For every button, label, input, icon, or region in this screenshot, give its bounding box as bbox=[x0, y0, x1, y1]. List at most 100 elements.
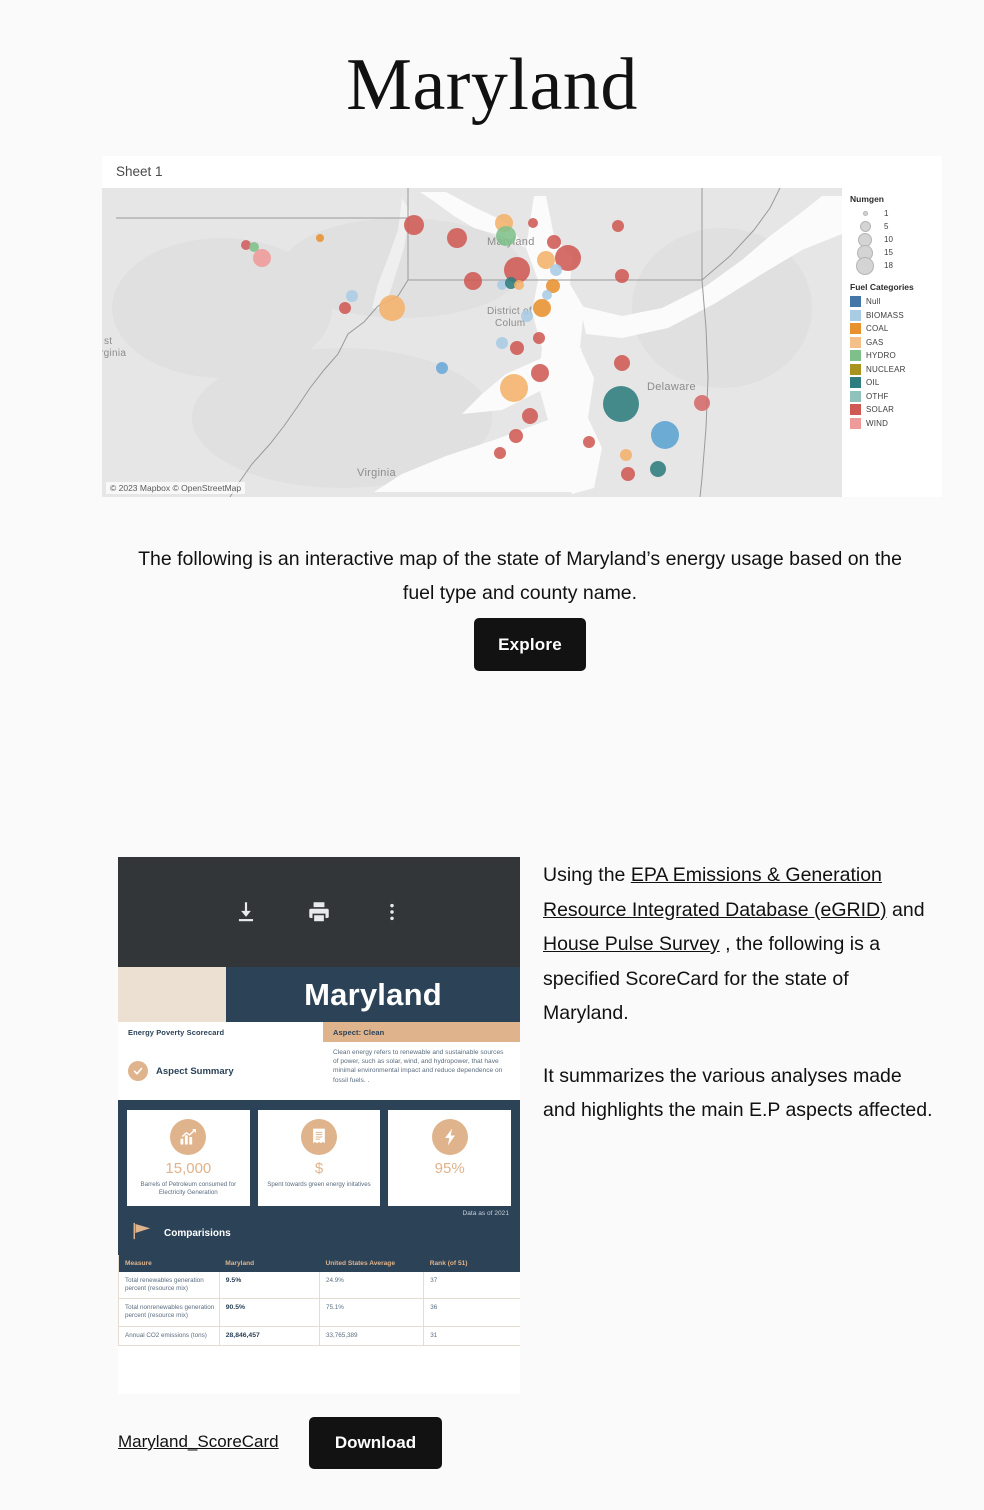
legend-category-item[interactable]: SOLAR bbox=[850, 403, 942, 417]
legend-category-item[interactable]: GAS bbox=[850, 336, 942, 350]
map-point[interactable] bbox=[500, 374, 528, 402]
legend-category-swatch bbox=[850, 336, 861, 348]
pdf-viewer[interactable]: Maryland Energy Poverty Scorecard Aspect… bbox=[118, 857, 520, 1394]
map-point[interactable] bbox=[379, 295, 405, 321]
map-point[interactable] bbox=[496, 226, 516, 246]
map-point[interactable] bbox=[253, 249, 271, 267]
legend-category-label: NUCLEAR bbox=[866, 364, 906, 374]
scorecard-file-link[interactable]: Maryland_ScoreCard bbox=[118, 1432, 279, 1452]
legend-category-label: HYDRO bbox=[866, 351, 896, 361]
legend-category-item[interactable]: Null bbox=[850, 295, 942, 309]
scorecard-aspect-description: Clean energy refers to renewable and sus… bbox=[333, 1049, 504, 1084]
map-legend: Numgen 1 5 10 15 18 Fuel Categories Null BIOM… bbox=[842, 188, 942, 497]
scorecard-aspect-summary: Aspect Summary Clean energy refers to re… bbox=[118, 1042, 520, 1100]
map-point[interactable] bbox=[620, 449, 632, 461]
metric-label: Spent towards green energy initatives bbox=[267, 1181, 371, 1188]
energy-map[interactable]: Maryland District of Colum Delaware Virg… bbox=[102, 188, 842, 497]
map-point[interactable] bbox=[447, 228, 467, 248]
map-point[interactable] bbox=[496, 337, 508, 349]
table-cell: 28,846,457 bbox=[219, 1326, 321, 1346]
legend-category-swatch bbox=[850, 363, 861, 375]
legend-category-swatch bbox=[850, 323, 861, 335]
map-point[interactable] bbox=[346, 290, 358, 302]
legend-category-item[interactable]: NUCLEAR bbox=[850, 363, 942, 377]
legend-size-item: 5 bbox=[850, 220, 942, 233]
scorecard-aspect-summary-right: Clean energy refers to renewable and sus… bbox=[323, 1042, 520, 1100]
side-column: Using the EPA Emissions & Generation Res… bbox=[543, 858, 935, 1156]
table-cell: 36 bbox=[423, 1298, 520, 1327]
map-point[interactable] bbox=[521, 310, 533, 322]
legend-category-item[interactable]: HYDRO bbox=[850, 349, 942, 363]
table-body: Total renewables generation percent (res… bbox=[119, 1271, 520, 1346]
map-point[interactable] bbox=[404, 215, 424, 235]
scorecard-header-title-area: Maryland bbox=[226, 967, 520, 1022]
print-icon[interactable] bbox=[304, 897, 334, 927]
legend-category-label: OTHF bbox=[866, 391, 889, 401]
table-cell: 37 bbox=[423, 1271, 520, 1300]
legend-category-label: SOLAR bbox=[866, 405, 895, 415]
legend-category-list: Null BIOMASS COAL GAS HYDRO NUCLEAR OIL OTHF SOL… bbox=[850, 295, 942, 430]
legend-category-item[interactable]: WIND bbox=[850, 417, 942, 431]
map-point[interactable] bbox=[522, 408, 538, 424]
map-point[interactable] bbox=[550, 264, 562, 276]
download-icon[interactable] bbox=[231, 897, 261, 927]
sheet-tab[interactable]: Sheet 1 bbox=[102, 156, 942, 188]
table-cell: 90.5% bbox=[219, 1298, 321, 1327]
explore-button[interactable]: Explore bbox=[474, 618, 586, 671]
legend-category-label: WIND bbox=[866, 418, 889, 428]
metric-card: 15,000 Barrels of Petroleum consumed for… bbox=[127, 1110, 250, 1206]
map-point[interactable] bbox=[533, 299, 551, 317]
side-paragraph-text: and bbox=[886, 898, 925, 921]
map-point[interactable] bbox=[339, 302, 351, 314]
map-point[interactable] bbox=[464, 272, 482, 290]
map-point[interactable] bbox=[612, 220, 624, 232]
intro-paragraph: The following is an interactive map of t… bbox=[138, 547, 902, 604]
map-point[interactable] bbox=[603, 386, 639, 422]
map-attribution: © 2023 Mapbox © OpenStreetMap bbox=[106, 482, 246, 494]
more-options-icon[interactable] bbox=[377, 897, 407, 927]
map-point[interactable] bbox=[436, 362, 448, 374]
legend-size-label: 1 bbox=[884, 209, 889, 218]
legend-category-label: OIL bbox=[866, 378, 880, 388]
map-point[interactable] bbox=[621, 467, 635, 481]
legend-category-item[interactable]: OTHF bbox=[850, 390, 942, 404]
scorecard-label-cell: Energy Poverty Scorecard bbox=[118, 1022, 323, 1042]
table-cell: 9.5% bbox=[219, 1271, 321, 1300]
legend-category-item[interactable]: COAL bbox=[850, 322, 942, 336]
scorecard-state-name: Maryland bbox=[304, 976, 442, 1012]
map-point[interactable] bbox=[651, 421, 679, 449]
map-point[interactable] bbox=[615, 269, 629, 283]
legend-category-label: GAS bbox=[866, 337, 884, 347]
legend-category-title: Fuel Categories bbox=[850, 282, 914, 292]
map-point[interactable] bbox=[614, 355, 630, 371]
map-point[interactable] bbox=[694, 395, 710, 411]
side-paragraph-link[interactable]: House Pulse Survey bbox=[543, 933, 720, 955]
page-title: Maryland bbox=[346, 44, 638, 126]
map-point[interactable] bbox=[514, 280, 524, 290]
map-point[interactable] bbox=[509, 429, 523, 443]
scorecard-aspect-label: Aspect: Clean bbox=[333, 1027, 385, 1037]
scorecard-label: Energy Poverty Scorecard bbox=[128, 1027, 225, 1037]
legend-category-swatch bbox=[850, 296, 861, 308]
scorecard-header: Maryland bbox=[118, 967, 520, 1022]
table-cell: 31 bbox=[423, 1326, 520, 1346]
table-cell: 24.9% bbox=[319, 1271, 425, 1300]
col-rank: Rank (of 51) bbox=[423, 1254, 520, 1272]
map-point[interactable] bbox=[528, 218, 538, 228]
legend-category-item[interactable]: OIL bbox=[850, 376, 942, 390]
legend-category-label: BIOMASS bbox=[866, 310, 904, 320]
map-point[interactable] bbox=[583, 436, 595, 448]
legend-category-label: Null bbox=[866, 297, 881, 307]
map-point[interactable] bbox=[316, 234, 324, 242]
map-point[interactable] bbox=[531, 364, 549, 382]
map-point[interactable] bbox=[533, 332, 545, 344]
table-cell: 75.1% bbox=[319, 1298, 425, 1327]
download-button[interactable]: Download bbox=[309, 1417, 442, 1469]
map-point[interactable] bbox=[494, 447, 506, 459]
lightning-bolt-icon bbox=[431, 1119, 468, 1155]
legend-category-item[interactable]: BIOMASS bbox=[850, 309, 942, 323]
table-cell: 33,765,389 bbox=[319, 1326, 425, 1346]
check-circle-icon bbox=[128, 1061, 148, 1081]
map-point[interactable] bbox=[510, 341, 524, 355]
map-point[interactable] bbox=[650, 461, 666, 477]
